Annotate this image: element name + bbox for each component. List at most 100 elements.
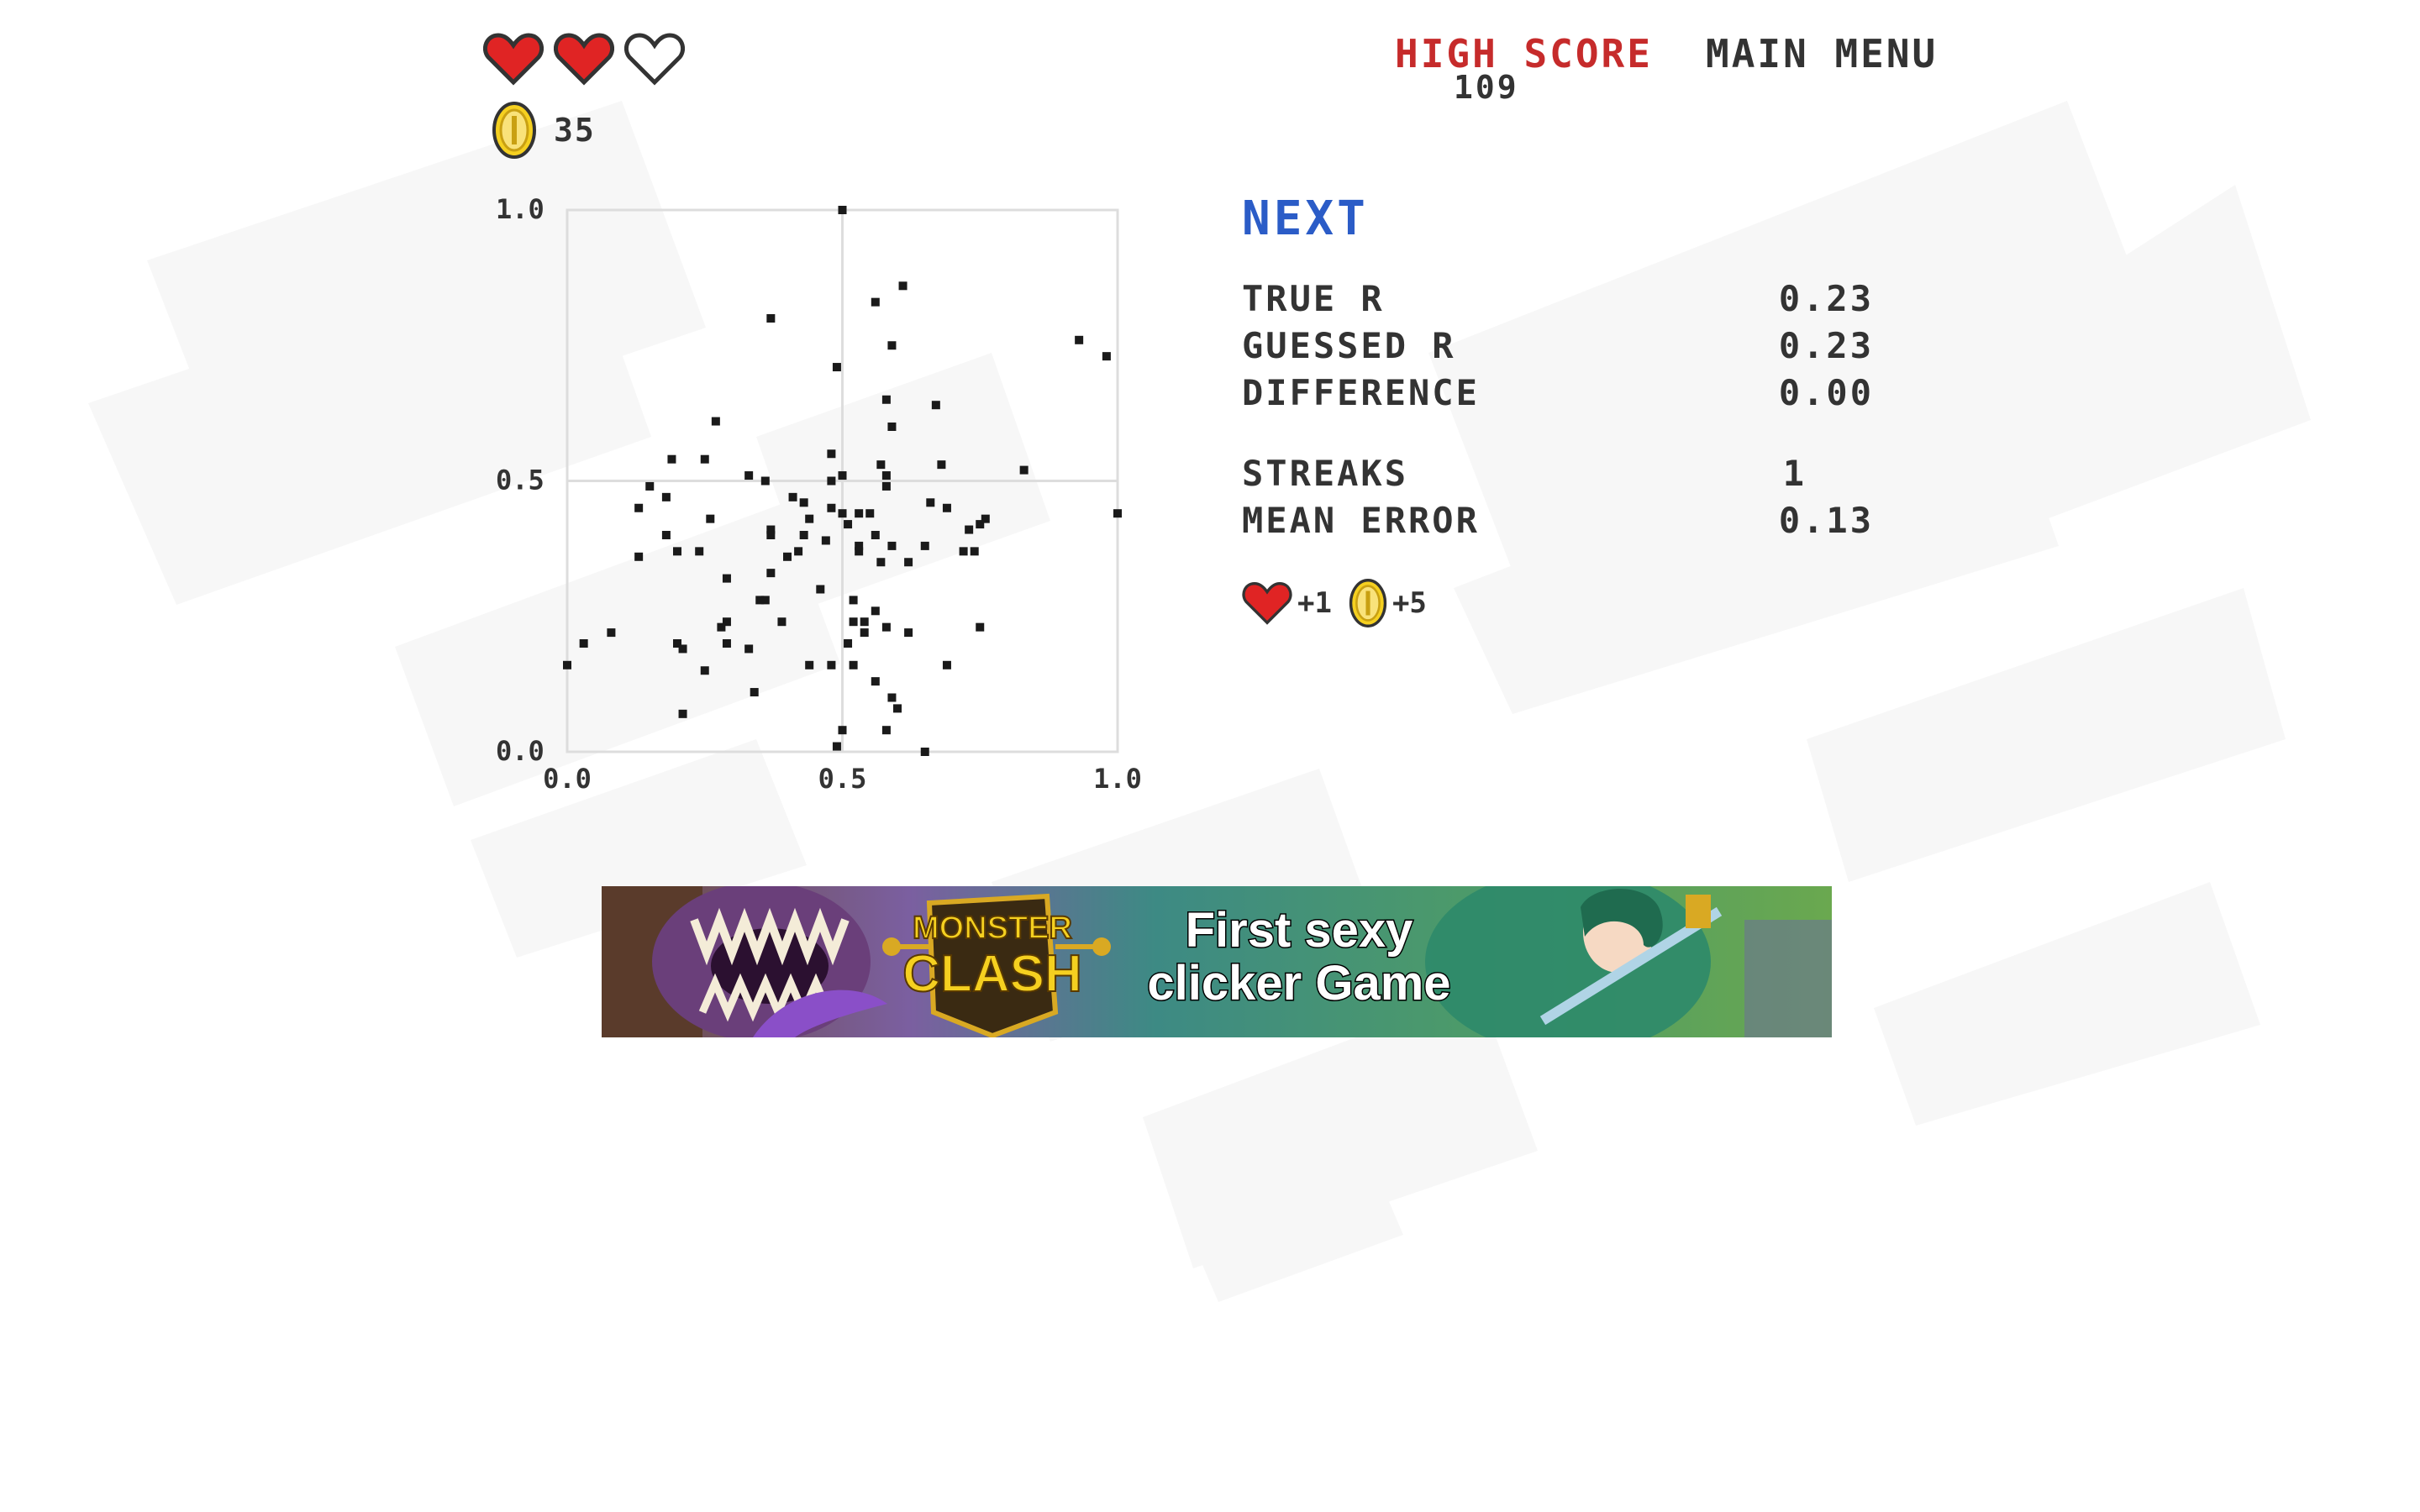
high-score-label: HIGH SCORE	[1395, 31, 1653, 76]
data-point	[827, 449, 836, 459]
true-r-label: TRUE R	[1242, 278, 1385, 319]
data-point	[661, 531, 671, 539]
data-point	[904, 628, 913, 638]
data-point	[777, 617, 786, 627]
data-point	[881, 395, 891, 404]
data-point	[799, 498, 808, 507]
data-point	[1075, 335, 1084, 344]
data-point	[849, 617, 858, 627]
data-point	[832, 742, 841, 751]
data-point	[717, 622, 726, 632]
data-point	[976, 622, 985, 632]
main-menu-button[interactable]: MAIN MENU	[1706, 32, 1938, 76]
data-point	[607, 628, 616, 638]
data-point	[838, 726, 847, 735]
data-point	[700, 454, 709, 464]
data-point	[937, 460, 946, 470]
data-point	[695, 547, 704, 556]
data-point	[887, 541, 897, 550]
data-point	[816, 585, 825, 594]
data-point	[827, 503, 836, 512]
data-point	[1102, 352, 1111, 361]
ad-line2: clicker Game	[1147, 956, 1450, 1011]
data-point	[805, 514, 814, 523]
data-point	[827, 476, 836, 486]
game-screen: 35 HIGH SCORE 109 MAIN MENU 0.0 0.5 1.0 0.0…	[0, 0, 2420, 1512]
mean-error-value: 0.13	[1778, 500, 1874, 541]
data-point	[855, 547, 864, 556]
ad-line1: First sexy	[1186, 903, 1413, 958]
heart-full-icon	[483, 33, 544, 86]
mean-error-label: MEAN ERROR	[1242, 500, 1480, 541]
data-point	[942, 503, 951, 512]
scatter-chart: 0.0 0.5 1.0 0.0 0.5 1.0	[496, 193, 1142, 795]
data-point	[821, 536, 830, 545]
difference-label: DIFFERENCE	[1242, 372, 1480, 413]
data-point	[722, 639, 731, 648]
true-r-value: 0.23	[1778, 278, 1874, 319]
data-point	[871, 297, 880, 307]
streaks-value: 1	[1782, 453, 1807, 494]
coin-reward-amount: +5	[1392, 586, 1427, 620]
data-point	[1113, 509, 1122, 518]
data-point	[926, 498, 935, 507]
ad-banner[interactable]: MONSTER CLASH First sexy clicker Game	[602, 886, 1832, 1037]
data-point	[760, 596, 770, 605]
data-point	[860, 617, 869, 627]
coin-icon	[492, 102, 536, 159]
data-point	[678, 709, 687, 718]
data-point	[893, 704, 902, 713]
x-tick-label: 0.0	[543, 763, 592, 795]
next-button[interactable]: NEXT	[1242, 193, 1369, 245]
data-point	[876, 558, 886, 567]
streaks-label: STREAKS	[1242, 453, 1409, 494]
data-point	[931, 401, 940, 410]
data-point	[579, 639, 588, 648]
heart-reward-icon	[1242, 581, 1292, 625]
data-point	[678, 644, 687, 654]
y-tick-label: 0.0	[496, 735, 544, 767]
x-tick-label: 1.0	[1093, 763, 1142, 795]
data-point	[871, 677, 880, 686]
data-point	[844, 639, 853, 648]
data-point	[881, 622, 891, 632]
data-point	[942, 660, 951, 669]
ad-logo-bottom: CLASH	[902, 945, 1082, 1003]
data-point	[634, 503, 644, 512]
data-point	[838, 509, 847, 518]
heart-full-icon	[554, 33, 614, 86]
data-point	[844, 520, 853, 529]
data-point	[881, 481, 891, 491]
high-score-value: 109	[1454, 69, 1519, 106]
data-point	[700, 666, 709, 675]
data-point	[904, 558, 913, 567]
data-point	[898, 281, 908, 291]
data-point	[661, 492, 671, 501]
data-point	[871, 606, 880, 616]
data-point	[881, 726, 891, 735]
data-point	[849, 596, 858, 605]
ad-logo-top: MONSTER	[913, 911, 1072, 946]
data-point	[799, 531, 808, 539]
data-point	[832, 363, 841, 372]
data-point	[865, 509, 875, 518]
y-tick-label: 0.5	[496, 465, 544, 496]
coin-count: 35	[554, 112, 596, 149]
data-point	[706, 514, 715, 523]
data-point	[744, 471, 754, 480]
data-point	[881, 471, 891, 480]
data-point	[920, 541, 929, 550]
lives-display	[483, 32, 685, 86]
data-point	[860, 628, 869, 638]
heart-reward-amount: +1	[1297, 586, 1332, 620]
data-point	[563, 660, 571, 669]
data-point	[794, 547, 803, 556]
data-point	[959, 547, 968, 556]
data-point	[744, 644, 754, 654]
data-point	[711, 417, 720, 426]
data-point	[634, 552, 644, 561]
data-point	[750, 688, 759, 697]
data-point	[766, 531, 776, 539]
coin-counter: 35	[492, 101, 596, 160]
data-point	[871, 531, 880, 539]
